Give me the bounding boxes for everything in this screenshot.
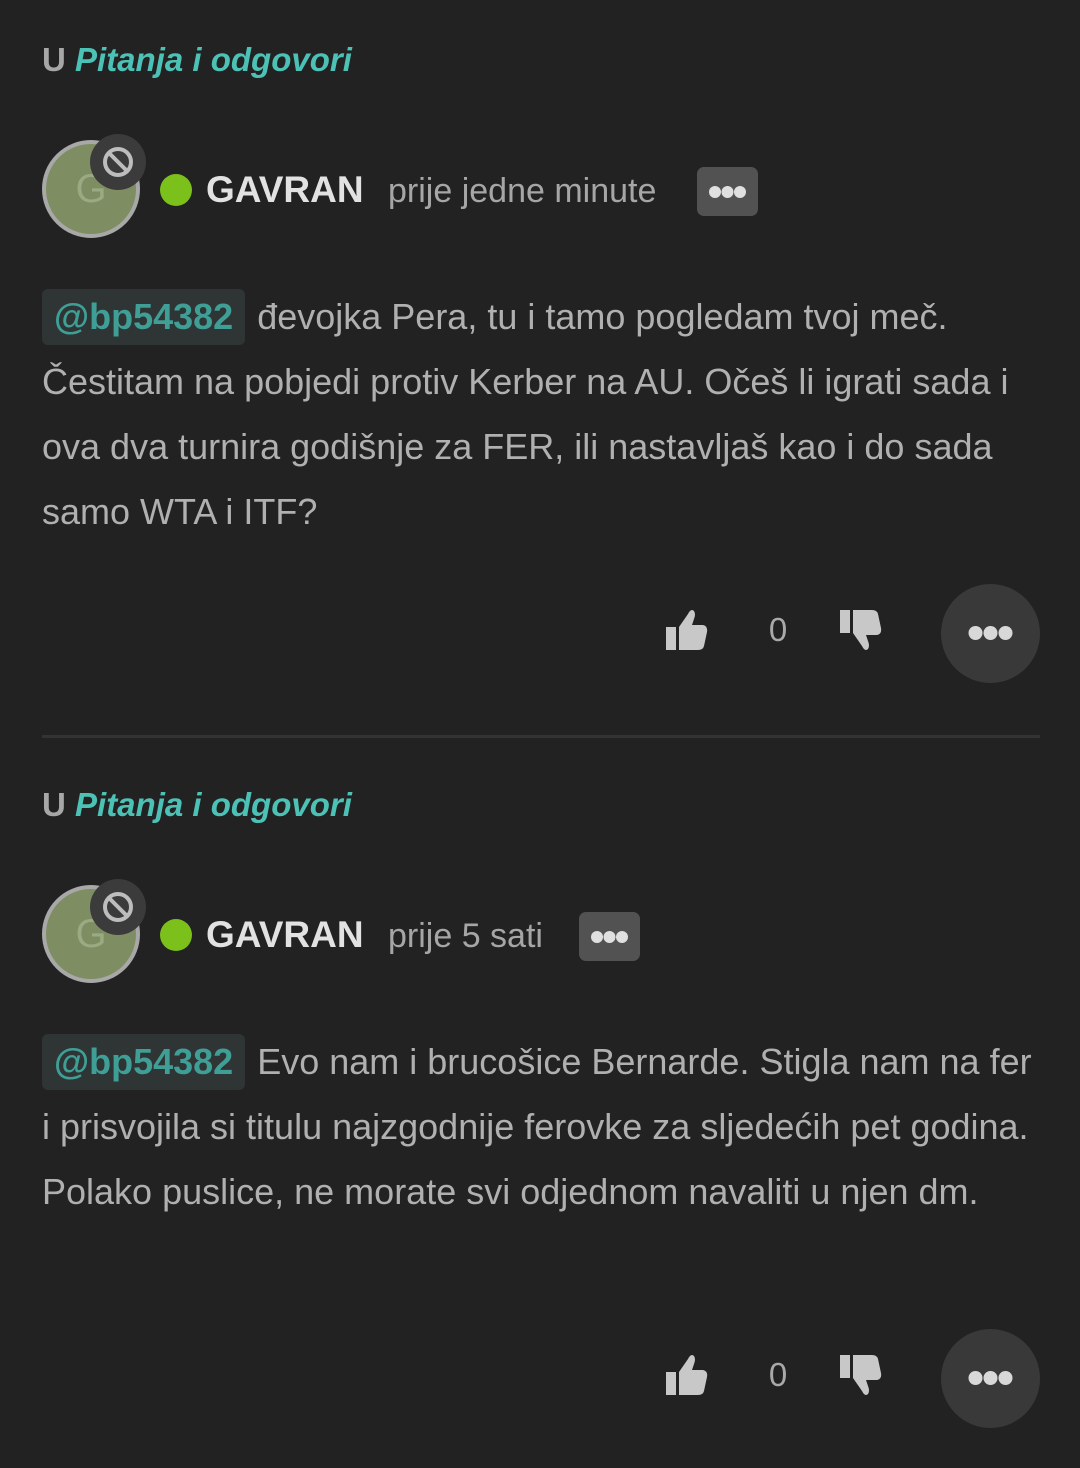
- username[interactable]: GAVRAN: [206, 168, 364, 212]
- thumbs-up-icon[interactable]: [666, 608, 708, 652]
- post-content: @bp54382 đevojka Pera, tu i tamo pogledam…: [42, 284, 1040, 544]
- post-divider: [42, 735, 1040, 738]
- post-header: G GAVRAN prije 5 sati: [42, 879, 1040, 989]
- thumbs-down-icon[interactable]: [840, 1353, 882, 1397]
- vote-count: 0: [768, 611, 788, 648]
- online-status-icon: [160, 174, 192, 206]
- post-actions: 0: [42, 584, 1040, 684]
- online-status-icon: [160, 919, 192, 951]
- more-horizontal-icon: [709, 186, 746, 198]
- post-category: U Pitanja i odgovori: [42, 40, 352, 80]
- post-actions: 0: [42, 1329, 1040, 1429]
- category-prefix: U: [42, 41, 66, 78]
- ban-icon: [90, 879, 146, 935]
- user-mention[interactable]: @bp54382: [42, 289, 246, 345]
- post-timestamp[interactable]: prije 5 sati: [388, 915, 543, 957]
- post-header: G GAVRAN prije jedne minute: [42, 134, 1040, 244]
- post-category: U Pitanja i odgovori: [42, 785, 352, 825]
- more-horizontal-icon: [968, 1371, 1013, 1385]
- vote-count: 0: [768, 1356, 788, 1393]
- category-prefix: U: [42, 786, 66, 823]
- ban-icon: [90, 134, 146, 190]
- username[interactable]: GAVRAN: [206, 913, 364, 957]
- post-content: @bp54382 Evo nam i brucošice Bernarde. St…: [42, 1029, 1040, 1224]
- more-horizontal-icon: [968, 626, 1013, 640]
- user-mention[interactable]: @bp54382: [42, 1034, 246, 1090]
- post-paragraph: Polako puslice, ne morate svi odjednom n…: [42, 1171, 979, 1212]
- category-link[interactable]: Pitanja i odgovori: [75, 41, 352, 78]
- thumbs-down-icon[interactable]: [840, 608, 882, 652]
- more-horizontal-icon: [591, 931, 628, 943]
- post-options-button[interactable]: [579, 912, 640, 961]
- post-timestamp[interactable]: prije jedne minute: [388, 170, 656, 212]
- more-actions-button[interactable]: [941, 584, 1040, 683]
- thumbs-up-icon[interactable]: [666, 1353, 708, 1397]
- category-link[interactable]: Pitanja i odgovori: [75, 786, 352, 823]
- post-options-button[interactable]: [697, 167, 758, 216]
- more-actions-button[interactable]: [941, 1329, 1040, 1428]
